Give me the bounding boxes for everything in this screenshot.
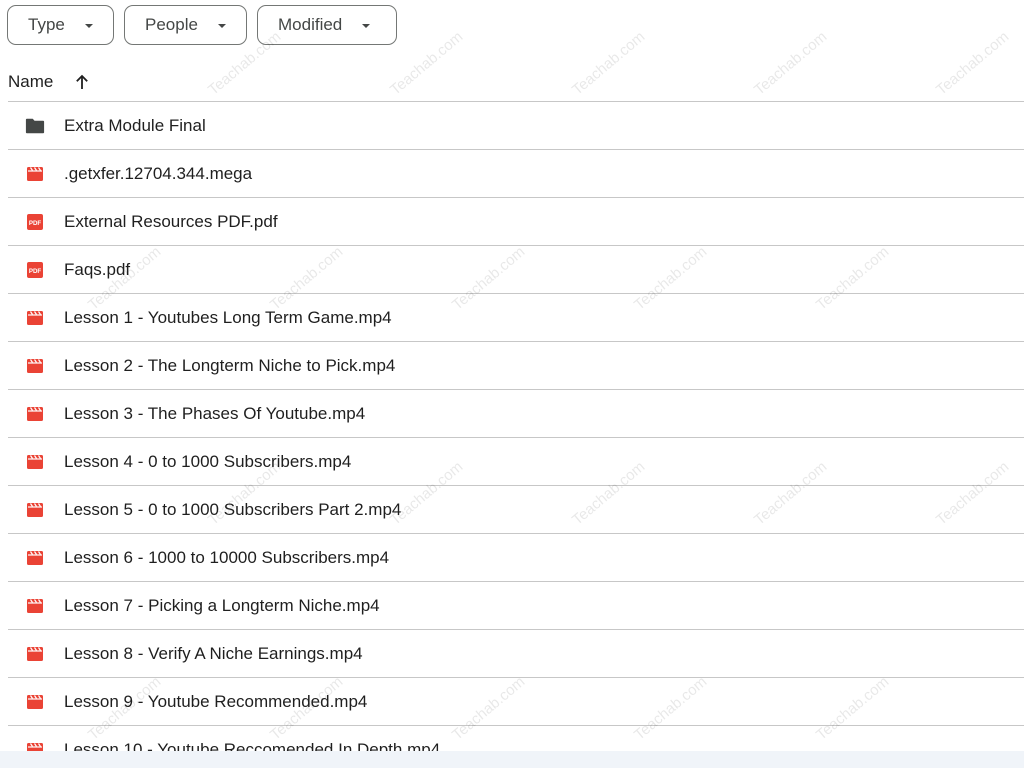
file-list: Extra Module Final .getxfer.12704.344.meg… [8,102,1024,768]
file-row[interactable]: Lesson 5 - 0 to 1000 Subscribers Part 2.… [8,486,1024,534]
name-column-header[interactable]: Name [8,72,53,92]
video-file-icon [25,644,45,664]
file-row[interactable]: PDF Faqs.pdf [8,246,1024,294]
file-name: External Resources PDF.pdf [64,211,278,231]
dropdown-caret-icon [84,24,93,28]
file-name: Lesson 1 - Youtubes Long Term Game.mp4 [64,307,392,327]
file-name: Faqs.pdf [64,259,131,279]
modified-filter-chip[interactable]: Modified [257,5,397,45]
file-name: Lesson 8 - Verify A Niche Earnings.mp4 [64,643,363,663]
filter-chips: Type People Modified [7,5,397,45]
dropdown-caret-icon [362,24,371,28]
arrow-up-icon[interactable] [75,74,89,90]
file-row[interactable]: .getxfer.12704.344.mega [8,150,1024,198]
file-row[interactable]: Lesson 1 - Youtubes Long Term Game.mp4 [8,294,1024,342]
file-row[interactable]: Lesson 6 - 1000 to 10000 Subscribers.mp4 [8,534,1024,582]
people-filter-chip[interactable]: People [124,5,247,45]
file-row[interactable]: Lesson 7 - Picking a Longterm Niche.mp4 [8,582,1024,630]
video-file-icon [25,452,45,472]
type-filter-chip[interactable]: Type [7,5,114,45]
video-file-icon [25,596,45,616]
file-row[interactable]: Lesson 4 - 0 to 1000 Subscribers.mp4 [8,438,1024,486]
video-file-icon [25,164,45,184]
list-header: Name [8,62,1024,102]
video-file-icon [25,404,45,424]
file-name: Lesson 9 - Youtube Recommended.mp4 [64,691,368,711]
type-filter-label: Type [28,15,65,34]
video-file-icon [25,356,45,376]
file-row[interactable]: Lesson 9 - Youtube Recommended.mp4 [8,678,1024,726]
file-row[interactable]: PDF External Resources PDF.pdf [8,198,1024,246]
dropdown-caret-icon [217,24,226,28]
file-row[interactable]: Extra Module Final [8,102,1024,150]
video-file-icon [25,692,45,712]
file-row[interactable]: Lesson 3 - The Phases Of Youtube.mp4 [8,390,1024,438]
pdf-file-icon: PDF [25,260,45,280]
svg-text:PDF: PDF [29,219,42,226]
file-name: Lesson 2 - The Longterm Niche to Pick.mp… [64,355,396,375]
file-name: Lesson 7 - Picking a Longterm Niche.mp4 [64,595,380,615]
people-filter-label: People [145,15,198,34]
file-name: Lesson 4 - 0 to 1000 Subscribers.mp4 [64,451,352,471]
pdf-file-icon: PDF [25,212,45,232]
file-name: Lesson 5 - 0 to 1000 Subscribers Part 2.… [64,499,402,519]
video-file-icon [25,500,45,520]
video-file-icon [25,548,45,568]
file-row[interactable]: Lesson 2 - The Longterm Niche to Pick.mp… [8,342,1024,390]
file-name: Lesson 3 - The Phases Of Youtube.mp4 [64,403,366,423]
modified-filter-label: Modified [278,15,343,34]
folder-icon [25,116,45,136]
svg-text:PDF: PDF [29,267,42,274]
file-name: .getxfer.12704.344.mega [64,163,253,183]
video-file-icon [25,308,45,328]
file-name: Extra Module Final [64,115,206,135]
file-row[interactable]: Lesson 8 - Verify A Niche Earnings.mp4 [8,630,1024,678]
file-name: Lesson 6 - 1000 to 10000 Subscribers.mp4 [64,547,390,567]
bottom-bar [0,751,1024,768]
drive-file-list-page: Type People Modified Name Extra Module F… [0,0,1024,768]
